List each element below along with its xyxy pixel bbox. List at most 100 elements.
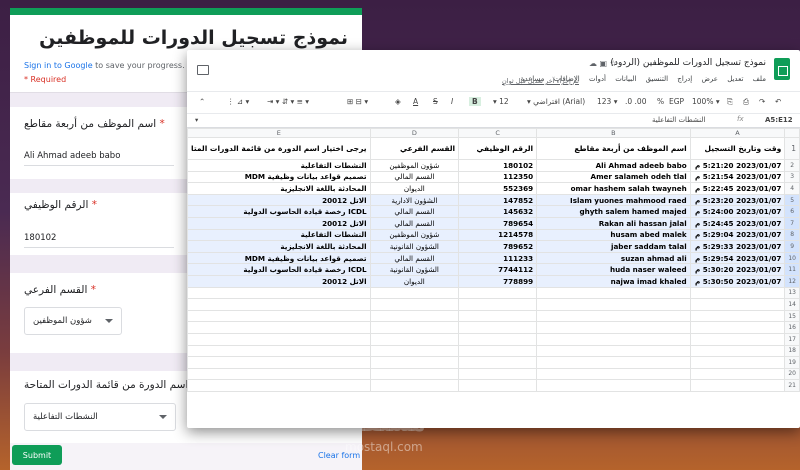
table-cell[interactable]: القسم المالي bbox=[369, 251, 460, 265]
row-number[interactable]: 15 bbox=[784, 309, 800, 323]
row-number[interactable]: 20 bbox=[784, 367, 800, 381]
table-cell[interactable]: تصميم قواعد بيانات وظيفية MDM bbox=[187, 170, 371, 184]
table-cell[interactable] bbox=[369, 379, 460, 392]
table-cell[interactable]: 112350 bbox=[458, 170, 538, 184]
row-number[interactable]: 17 bbox=[784, 332, 800, 346]
course-dropdown[interactable]: النشطات التفاعلية bbox=[24, 403, 176, 431]
table-cell[interactable]: ghyth salem hamed majed bbox=[536, 205, 691, 218]
table-cell[interactable]: huda naser waleed bbox=[536, 263, 691, 276]
table-cell[interactable]: شؤون الموظفين bbox=[369, 228, 460, 242]
row-number[interactable]: 21 bbox=[784, 379, 800, 392]
row-number[interactable]: 7 bbox=[784, 216, 800, 230]
number-format-dropdown[interactable]: 123 ▾ bbox=[597, 97, 617, 106]
table-cell[interactable] bbox=[458, 309, 538, 323]
table-cell[interactable]: najwa imad khaled bbox=[536, 274, 691, 288]
font-size-dropdown[interactable]: ▾ 12 bbox=[493, 97, 509, 106]
row-number[interactable]: 4 bbox=[784, 182, 800, 195]
table-cell[interactable]: Rakan ali hassan jalal bbox=[536, 216, 691, 230]
table-cell[interactable] bbox=[458, 356, 538, 369]
header-cell[interactable]: وقت وتاريخ التسجيل bbox=[689, 137, 786, 160]
table-cell[interactable] bbox=[536, 367, 691, 381]
merge-icon[interactable]: ⊞ ⊟ ▾ bbox=[347, 97, 368, 106]
strikethrough-icon[interactable]: S bbox=[433, 97, 438, 106]
bold-icon[interactable]: B bbox=[469, 97, 481, 106]
table-cell[interactable]: القسم المالي bbox=[369, 170, 460, 184]
table-cell[interactable]: 111233 bbox=[458, 251, 538, 265]
table-cell[interactable] bbox=[458, 344, 538, 358]
table-cell[interactable] bbox=[536, 321, 691, 334]
table-cell[interactable] bbox=[536, 309, 691, 323]
table-cell[interactable] bbox=[689, 367, 786, 381]
table-cell[interactable]: 1214578 bbox=[458, 228, 538, 242]
table-cell[interactable] bbox=[187, 298, 371, 311]
table-cell[interactable]: Islam yuones mahmood raed bbox=[536, 193, 691, 207]
table-cell[interactable] bbox=[689, 356, 786, 369]
table-cell[interactable] bbox=[536, 298, 691, 311]
table-cell[interactable]: 2023/01/07 5:30:20 م bbox=[689, 263, 786, 276]
table-cell[interactable] bbox=[187, 332, 371, 346]
table-cell[interactable] bbox=[689, 286, 786, 300]
row-number[interactable]: 3 bbox=[784, 170, 800, 184]
table-cell[interactable] bbox=[187, 356, 371, 369]
menu-tools[interactable]: أدوات bbox=[589, 75, 606, 83]
row-number[interactable]: 13 bbox=[784, 286, 800, 300]
table-cell[interactable]: الاتل 20012 bbox=[187, 193, 371, 207]
table-cell[interactable] bbox=[689, 321, 786, 334]
row-number[interactable]: 19 bbox=[784, 356, 800, 369]
table-cell[interactable]: 2023/01/07 5:24:45 م bbox=[689, 216, 786, 230]
table-cell[interactable]: 2023/01/07 5:30:50 م bbox=[689, 274, 786, 288]
document-title[interactable]: نموذج تسجيل الدورات للموظفين (الردود) bbox=[610, 58, 766, 68]
table-cell[interactable]: 2023/01/07 5:23:20 م bbox=[689, 193, 786, 207]
table-cell[interactable] bbox=[458, 379, 538, 392]
table-cell[interactable]: 2023/01/07 5:29:54 م bbox=[689, 251, 786, 265]
row-number[interactable]: 8 bbox=[784, 228, 800, 242]
table-cell[interactable]: Ali Ahmad adeeb babo bbox=[536, 159, 691, 172]
table-cell[interactable] bbox=[689, 298, 786, 311]
table-cell[interactable] bbox=[536, 356, 691, 369]
table-cell[interactable]: 778899 bbox=[458, 274, 538, 288]
spreadsheet-grid[interactable]: E D C B A يرجى اختيار اسم الدورة من قائم… bbox=[187, 128, 800, 392]
table-cell[interactable]: ICDL رخصة قيادة الحاسوب الدولية bbox=[187, 205, 371, 218]
table-cell[interactable] bbox=[369, 321, 460, 334]
header-cell[interactable]: الرقم الوظيفي bbox=[458, 137, 538, 160]
signin-link[interactable]: Sign in to Google bbox=[24, 61, 93, 70]
table-cell[interactable]: الاتل 20012 bbox=[187, 216, 371, 230]
row-number[interactable]: 10 bbox=[784, 251, 800, 265]
table-cell[interactable]: النشطات التفاعلية bbox=[187, 228, 371, 242]
cell-reference[interactable]: A5:E12 bbox=[765, 116, 793, 124]
table-cell[interactable]: الاتل 20012 bbox=[187, 274, 371, 288]
fill-color-icon[interactable]: ◈ bbox=[395, 97, 401, 106]
paint-format-icon[interactable]: ⎘ bbox=[727, 97, 733, 107]
table-cell[interactable] bbox=[689, 344, 786, 358]
row-number[interactable]: 2 bbox=[784, 159, 800, 172]
italic-icon[interactable]: I bbox=[451, 97, 453, 106]
table-cell[interactable] bbox=[458, 367, 538, 381]
table-cell[interactable] bbox=[369, 298, 460, 311]
text-color-icon[interactable]: A bbox=[413, 97, 418, 106]
table-cell[interactable]: husam abed malek bbox=[536, 228, 691, 242]
redo-icon[interactable]: ↷ bbox=[759, 97, 765, 106]
table-cell[interactable] bbox=[369, 356, 460, 369]
sheets-logo-icon[interactable] bbox=[774, 58, 790, 80]
table-cell[interactable]: omar hashem salah twayneh bbox=[536, 182, 691, 195]
more-icon[interactable]: ⌃ bbox=[199, 97, 205, 106]
table-cell[interactable]: 147852 bbox=[458, 193, 538, 207]
table-cell[interactable]: المحادثة باللغة الانجليزية bbox=[187, 182, 371, 195]
corner-cell[interactable] bbox=[784, 128, 800, 138]
currency-button[interactable]: EGP bbox=[669, 97, 684, 106]
table-cell[interactable] bbox=[369, 332, 460, 346]
table-cell[interactable]: 2023/01/07 5:24:00 م bbox=[689, 205, 786, 218]
col-header[interactable]: D bbox=[369, 128, 460, 138]
row-number[interactable]: 9 bbox=[784, 240, 800, 253]
submit-button[interactable]: Submit bbox=[12, 445, 62, 465]
table-cell[interactable]: الشؤون القانونية bbox=[369, 263, 460, 276]
font-dropdown[interactable]: ▾ افتراضي (Arial) bbox=[527, 97, 585, 106]
expand-icon[interactable]: ▾ bbox=[195, 116, 198, 124]
print-icon[interactable]: ⎙ bbox=[743, 97, 749, 107]
menu-edit[interactable]: تعديل bbox=[727, 75, 743, 83]
table-cell[interactable] bbox=[369, 309, 460, 323]
table-cell[interactable]: الشؤون الادارية bbox=[369, 193, 460, 207]
table-cell[interactable]: 2023/01/07 5:21:54 م bbox=[689, 170, 786, 184]
table-cell[interactable] bbox=[458, 321, 538, 334]
table-cell[interactable]: 2023/01/07 5:29:33 م bbox=[689, 240, 786, 253]
